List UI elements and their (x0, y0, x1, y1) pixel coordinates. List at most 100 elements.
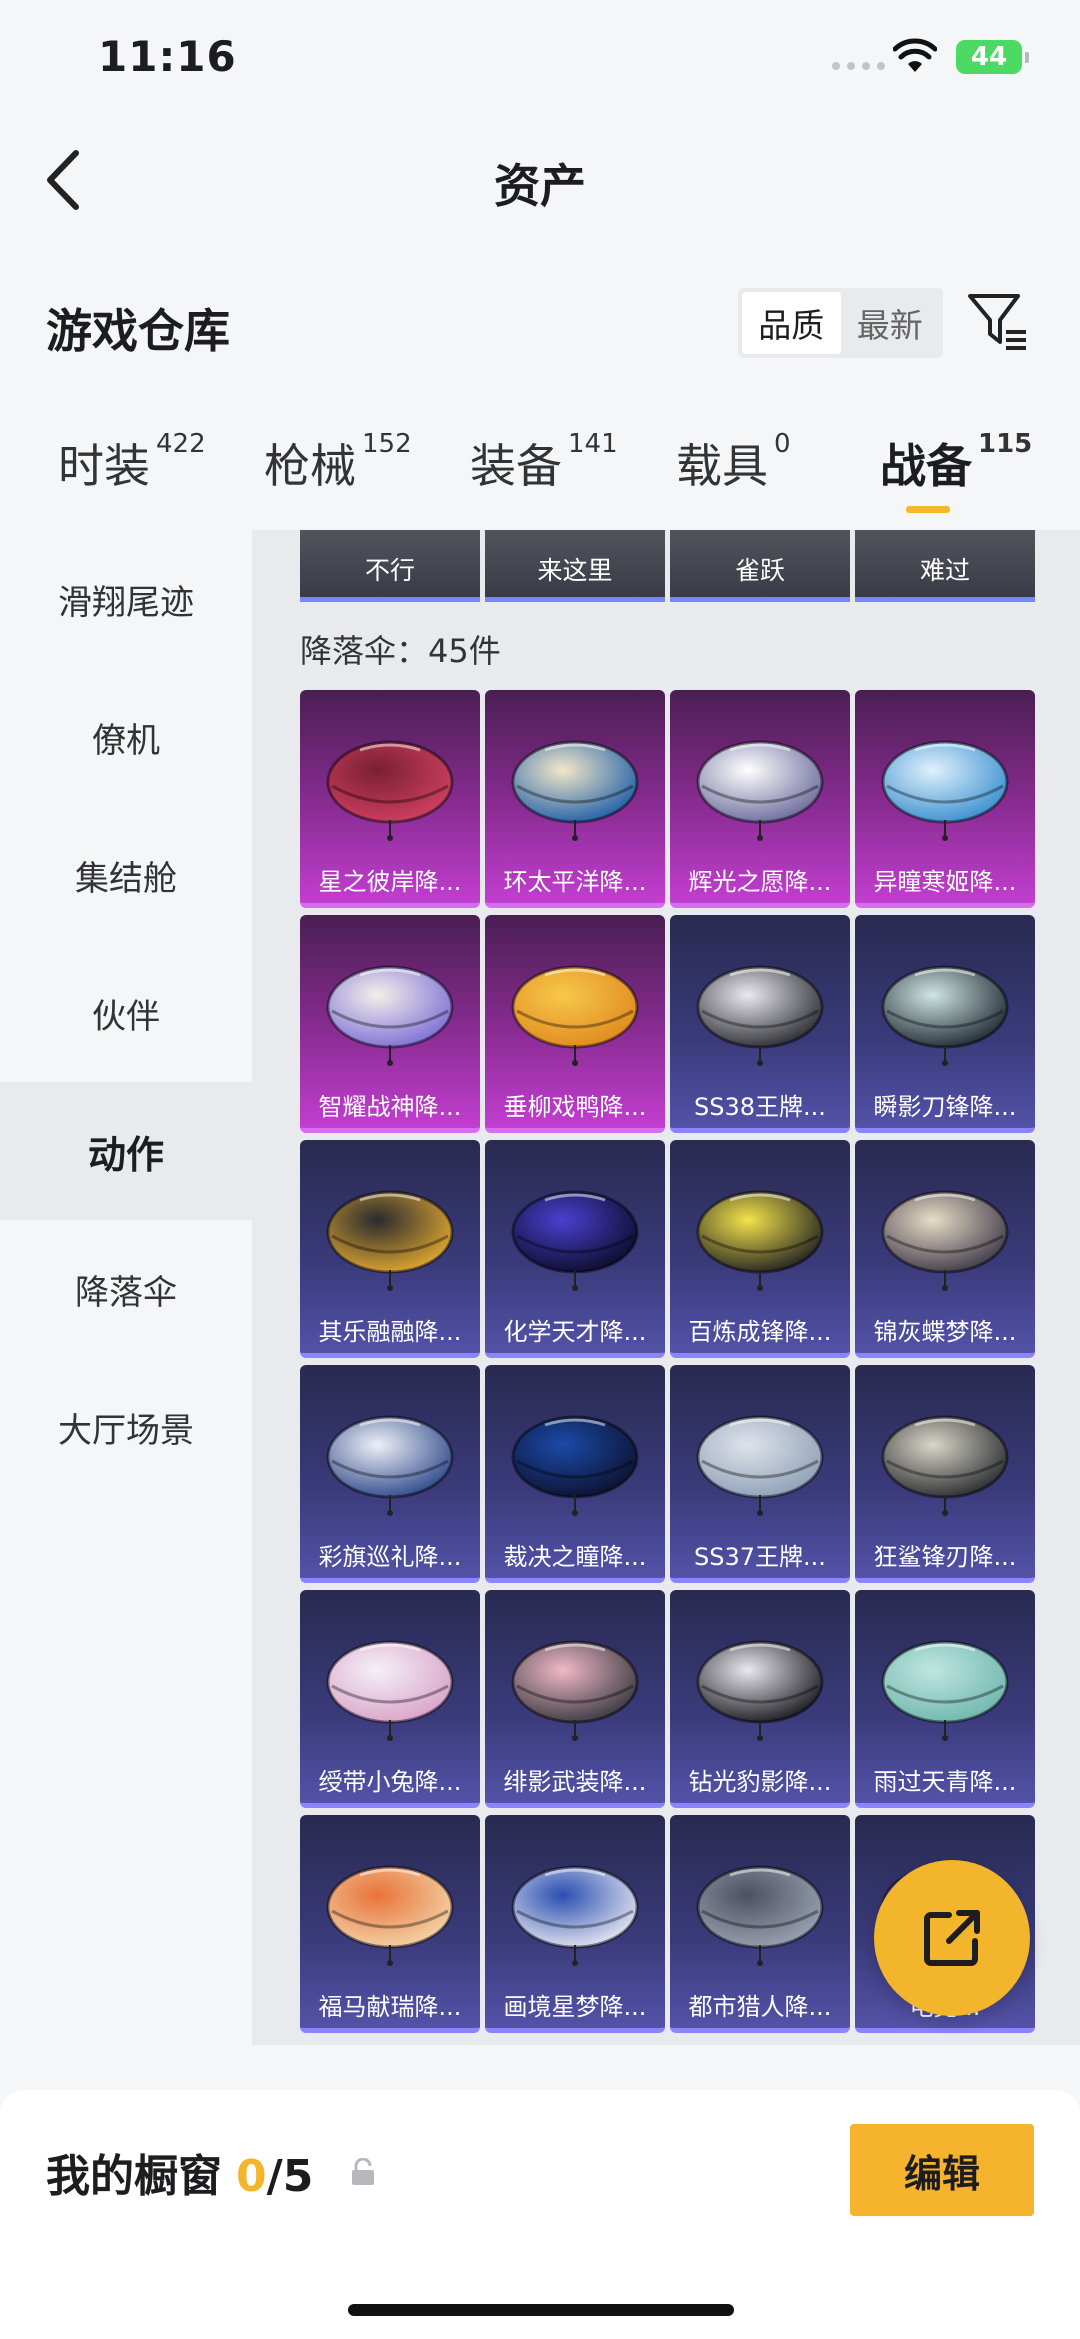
parachute-icon (326, 1415, 454, 1516)
sidebar-item-partner[interactable]: 伙伴 (0, 944, 252, 1082)
parachute-icon (511, 1640, 639, 1741)
item-name: 钻光豹影降... (688, 1768, 832, 1796)
item-name: 百炼成锋降... (688, 1318, 832, 1346)
sidebar-item-parachute[interactable]: 降落伞 (0, 1220, 252, 1358)
wifi-icon (893, 38, 937, 72)
tab-fashion[interactable]: 时装 422 (58, 429, 206, 496)
parachute-icon (511, 1190, 639, 1291)
sort-latest-button[interactable]: 最新 (841, 292, 940, 354)
item-name: 彩旗巡礼降... (318, 1543, 462, 1571)
battery-icon: 44 (956, 40, 1029, 74)
tab-combat-gear[interactable]: 战备 115 (880, 428, 1033, 496)
parachute-item-card[interactable]: SS38王牌... (670, 915, 850, 1133)
sort-toggle: 品质 最新 (738, 288, 943, 358)
parachute-icon (326, 740, 454, 841)
parachute-icon (696, 1190, 824, 1291)
tab-count: 152 (362, 428, 412, 459)
parachute-item-card[interactable]: SS37王牌... (670, 1365, 850, 1583)
emote-item[interactable]: 难过 (855, 530, 1035, 602)
sidebar-item-glide-trail[interactable]: 滑翔尾迹 (0, 530, 252, 668)
tab-guns[interactable]: 枪械 152 (264, 428, 412, 496)
item-name: 绶带小兔降... (318, 1768, 462, 1796)
lock-icon (352, 2158, 374, 2185)
item-name: 福马献瑞降... (318, 1993, 462, 2021)
emote-item[interactable]: 来这里 (485, 530, 665, 602)
parachute-item-card[interactable]: 智耀战神降... (300, 915, 480, 1133)
parachute-icon (881, 965, 1009, 1066)
sidebar-item-wingman[interactable]: 僚机 (0, 668, 252, 806)
item-name: 智耀战神降... (318, 1093, 462, 1121)
item-name: 化学天才降... (503, 1318, 647, 1346)
item-name: 辉光之愿降... (688, 868, 832, 896)
section-count: 降落伞：45件 (300, 632, 501, 670)
sidebar-item-lobby-scene[interactable]: 大厅场景 (0, 1358, 252, 1496)
filter-icon[interactable] (966, 290, 1030, 354)
parachute-item-card[interactable]: 狂鲨锋刃降... (855, 1365, 1035, 1583)
showcase-total: /5 (266, 2151, 314, 2202)
parachute-item-card[interactable]: 其乐融融降... (300, 1140, 480, 1358)
parachute-item-card[interactable]: 锦灰蝶梦降... (855, 1140, 1035, 1358)
item-name: 异瞳寒姬降... (873, 868, 1017, 896)
tab-label: 战备 (880, 439, 972, 493)
parachute-item-card[interactable]: 钻光豹影降... (670, 1590, 850, 1808)
parachute-item-card[interactable]: 辉光之愿降... (670, 690, 850, 908)
parachute-item-card[interactable]: 雨过天青降... (855, 1590, 1035, 1808)
parachute-icon (326, 1865, 454, 1966)
sidebar-item-rally-pod[interactable]: 集结舱 (0, 806, 252, 944)
item-name: SS38王牌... (694, 1093, 826, 1121)
tab-count: 115 (978, 428, 1033, 459)
edit-button[interactable]: 编辑 (850, 2124, 1034, 2216)
warehouse-title: 游戏仓库 (46, 304, 230, 358)
share-external-icon (924, 1910, 980, 1966)
parachute-icon (696, 740, 824, 841)
parachute-icon (326, 1190, 454, 1291)
sidebar-item-actions[interactable]: 动作 (0, 1082, 252, 1220)
parachute-item-card[interactable]: 福马献瑞降... (300, 1815, 480, 2033)
parachute-item-card[interactable]: 彩旗巡礼降... (300, 1365, 480, 1583)
parachute-item-card[interactable]: 绶带小兔降... (300, 1590, 480, 1808)
tab-equipment[interactable]: 装备 141 (470, 428, 618, 496)
parachute-icon (696, 1640, 824, 1741)
showcase-title: 我的橱窗 0 /5 (46, 2140, 313, 2204)
tab-count: 141 (568, 428, 618, 459)
sort-quality-button[interactable]: 品质 (742, 292, 841, 354)
emote-item[interactable]: 不行 (300, 530, 480, 602)
status-bar: 11:16 44 (0, 0, 1080, 120)
page-title: 资产 (494, 159, 586, 213)
emote-item[interactable]: 雀跃 (670, 530, 850, 602)
parachute-item-card[interactable]: 绯影武装降... (485, 1590, 665, 1808)
parachute-icon (511, 740, 639, 841)
home-indicator (348, 2304, 734, 2316)
parachute-icon (881, 1415, 1009, 1516)
parachute-item-card[interactable]: 环太平洋降... (485, 690, 665, 908)
item-name: 垂柳戏鸭降... (503, 1093, 647, 1121)
parachute-item-card[interactable]: 异瞳寒姬降... (855, 690, 1035, 908)
showcase-label: 我的橱窗 (46, 2151, 222, 2202)
active-tab-indicator (906, 506, 950, 513)
parachute-item-card[interactable]: 化学天才降... (485, 1140, 665, 1358)
item-name: 环太平洋降... (503, 868, 647, 896)
parachute-item-card[interactable]: 垂柳戏鸭降... (485, 915, 665, 1133)
item-name: 绯影武装降... (503, 1768, 647, 1796)
parachute-item-card[interactable]: 星之彼岸降... (300, 690, 480, 908)
parachute-icon (696, 1415, 824, 1516)
parachute-item-card[interactable]: 裁决之瞳降... (485, 1365, 665, 1583)
showcase-bar: 我的橱窗 0 /5 编辑 (0, 2090, 1080, 2339)
parachute-item-card[interactable]: 画境星梦降... (485, 1815, 665, 2033)
tab-count: 0 (774, 428, 791, 459)
tab-label: 枪械 (264, 439, 356, 493)
item-name: 都市猎人降... (688, 1993, 832, 2021)
parachute-icon (696, 1865, 824, 1966)
item-name: 星之彼岸降... (318, 868, 462, 896)
parachute-item-card[interactable]: 都市猎人降... (670, 1815, 850, 2033)
parachute-item-card[interactable]: 瞬影刀锋降... (855, 915, 1035, 1133)
item-name: 裁决之瞳降... (503, 1543, 647, 1571)
tab-vehicles[interactable]: 载具 0 (676, 428, 791, 496)
parachute-icon (881, 1640, 1009, 1741)
tab-label: 载具 (676, 439, 768, 493)
parachute-item-card[interactable]: 百炼成锋降... (670, 1140, 850, 1358)
status-time: 11:16 (98, 32, 237, 81)
share-button[interactable] (874, 1860, 1030, 2016)
signal-dots-icon (832, 62, 885, 70)
item-name: SS37王牌... (694, 1543, 826, 1571)
